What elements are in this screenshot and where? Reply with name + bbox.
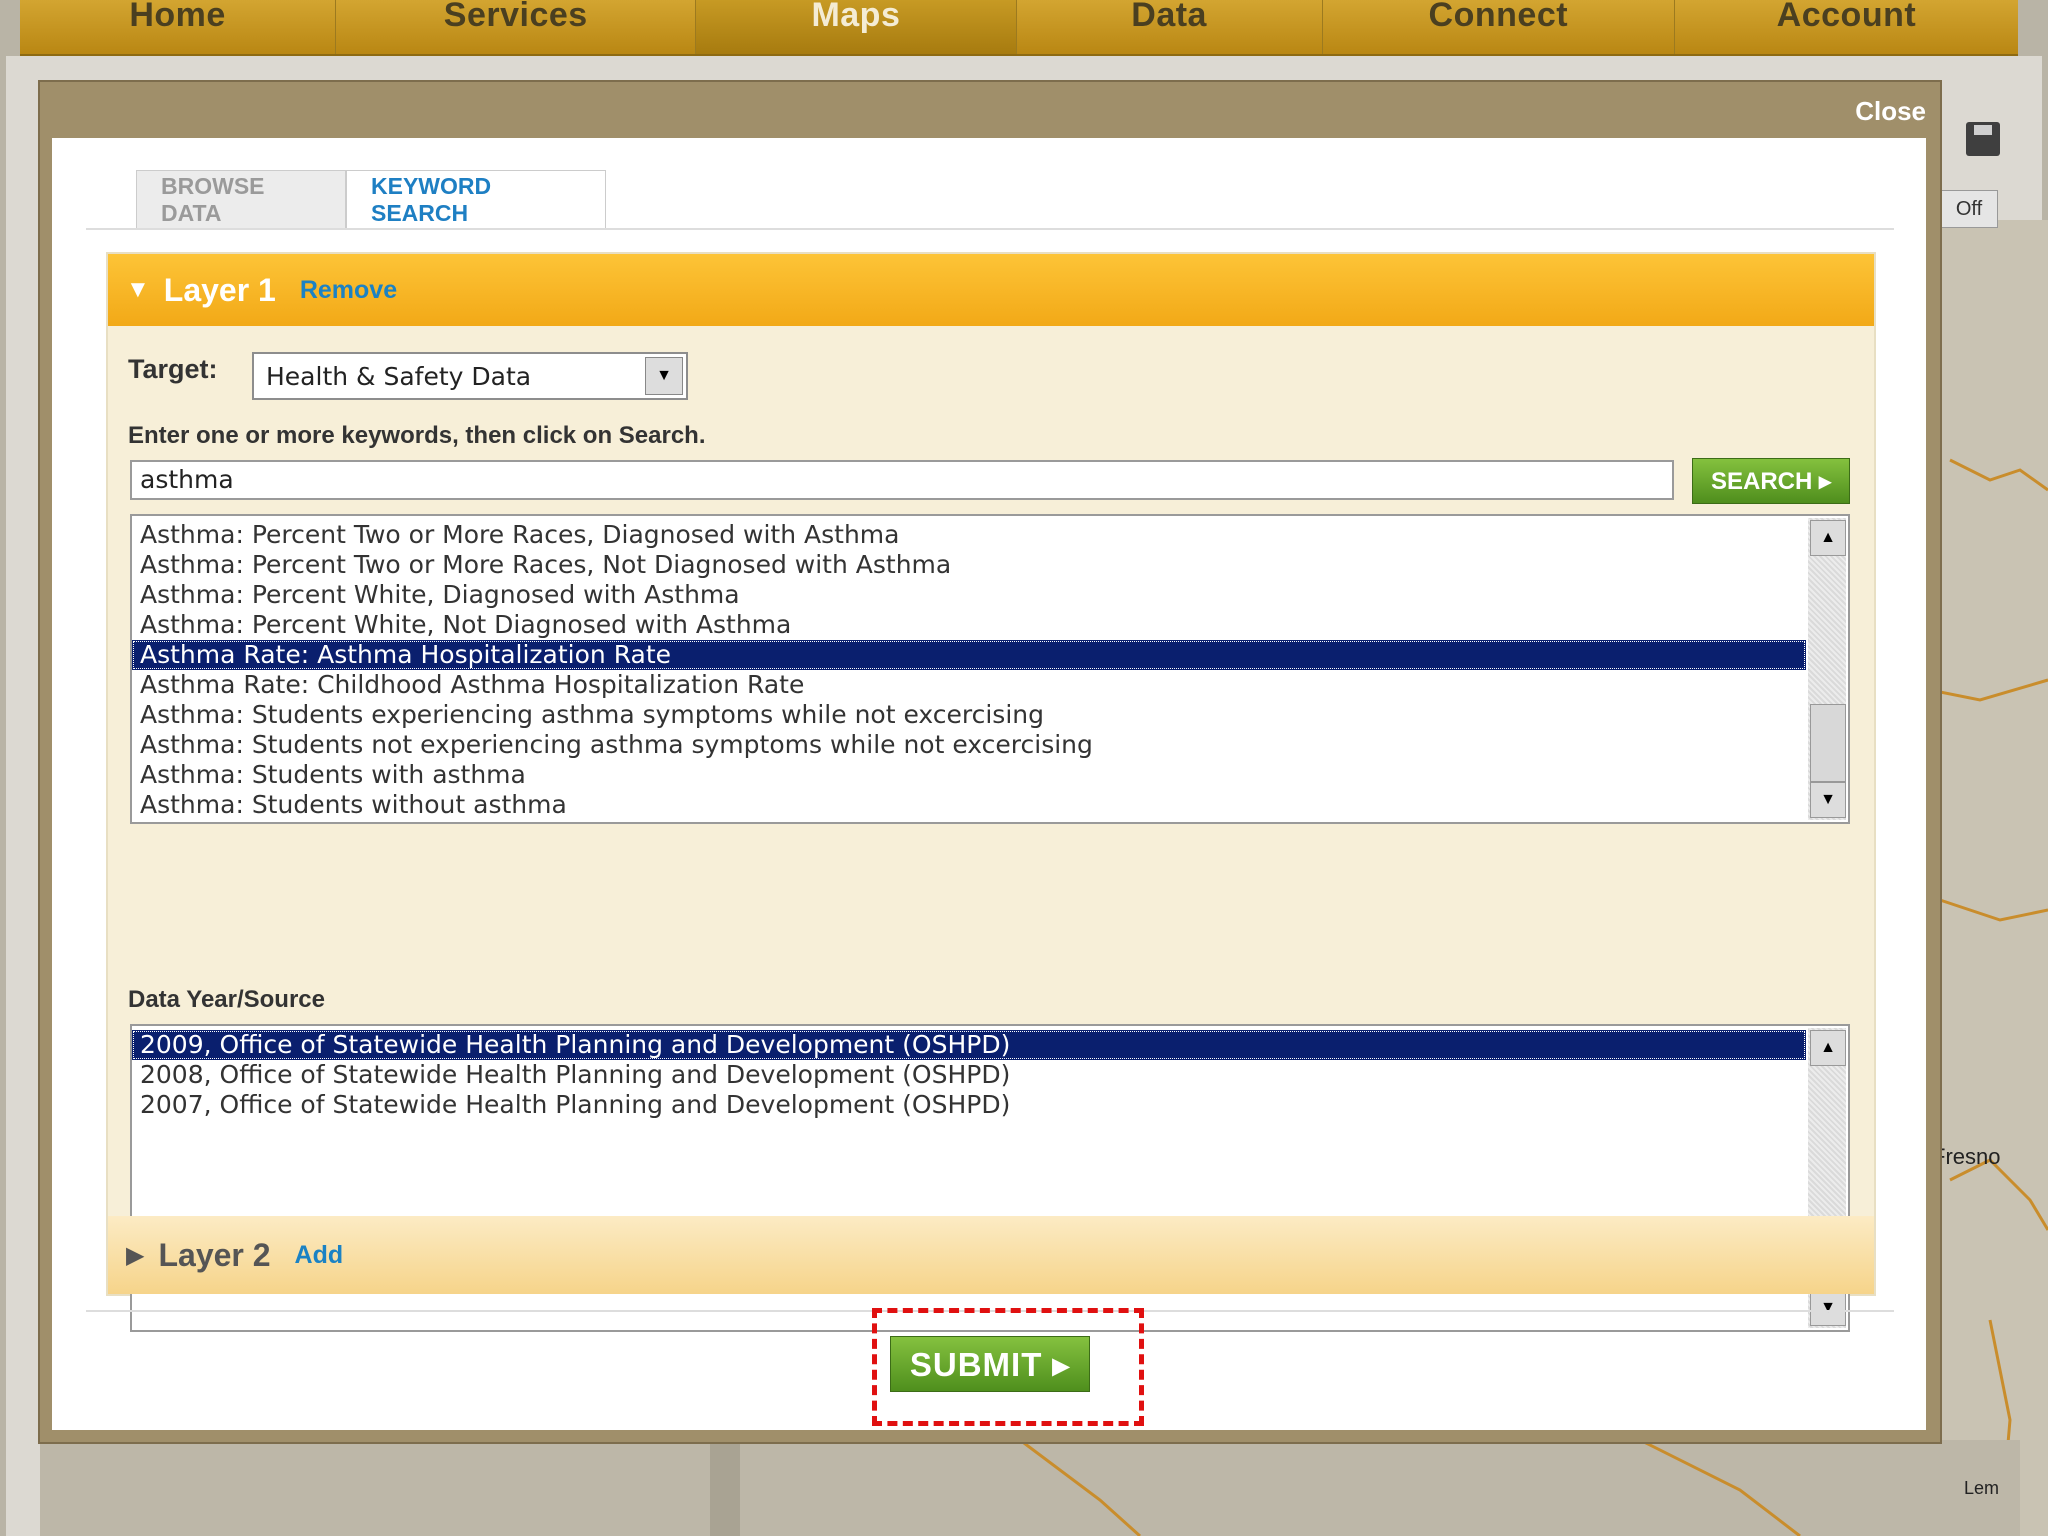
remove-layer-link[interactable]: Remove bbox=[300, 276, 397, 305]
result-option[interactable]: Asthma: Students not experiencing asthma… bbox=[132, 730, 1806, 760]
source-option[interactable]: 2008, Office of Statewide Health Plannin… bbox=[132, 1060, 1806, 1090]
modal-content: BROWSE DATA KEYWORD SEARCH ▼ Layer 1 Rem… bbox=[52, 138, 1926, 1430]
nav-home[interactable]: Home bbox=[20, 0, 337, 54]
layers-panel: ▼ Layer 1 Remove Target: Health & Safety… bbox=[106, 252, 1876, 1332]
data-year-source-label: Data Year/Source bbox=[128, 986, 326, 1013]
result-option[interactable]: Asthma: Students with asthma bbox=[132, 760, 1806, 790]
result-option[interactable]: Asthma: Percent White, Not Diagnosed wit… bbox=[132, 610, 1806, 640]
target-select[interactable]: Health & Safety Data ▼ bbox=[252, 352, 688, 400]
target-label: Target: bbox=[128, 354, 218, 384]
result-option[interactable]: Asthma: Percent Two or More Races, Diagn… bbox=[132, 520, 1806, 550]
scroll-thumb[interactable] bbox=[1810, 704, 1846, 782]
nav-maps[interactable]: Maps bbox=[696, 0, 1017, 54]
layer1-title: Layer 1 bbox=[163, 271, 276, 308]
nav-services[interactable]: Services bbox=[336, 0, 697, 54]
chevron-down-icon[interactable]: ▼ bbox=[645, 357, 683, 395]
source-option[interactable]: 2009, Office of Statewide Health Plannin… bbox=[132, 1030, 1806, 1060]
search-button[interactable]: SEARCH ▸ bbox=[1692, 458, 1850, 504]
submit-button[interactable]: SUBMIT ▸ bbox=[890, 1336, 1090, 1392]
source-option[interactable]: 2007, Office of Statewide Health Plannin… bbox=[132, 1090, 1806, 1120]
nav-connect[interactable]: Connect bbox=[1323, 0, 1675, 54]
map-label-fresno: Fresno bbox=[1932, 1144, 2001, 1169]
result-option[interactable]: Asthma: Percent White, Diagnosed with As… bbox=[132, 580, 1806, 610]
results-listbox[interactable]: Asthma: Percent Two or More Races, Diagn… bbox=[130, 514, 1850, 824]
off-toggle-button[interactable]: Off bbox=[1940, 190, 1998, 228]
search-instructions: Enter one or more keywords, then click o… bbox=[128, 422, 706, 449]
close-button[interactable]: Close bbox=[1855, 96, 1926, 127]
result-option[interactable]: Asthma Rate: Childhood Asthma Hospitaliz… bbox=[132, 670, 1806, 700]
layer1-header[interactable]: ▼ Layer 1 Remove bbox=[108, 254, 1874, 326]
keyword-search-input[interactable]: asthma bbox=[130, 460, 1674, 500]
scroll-down-icon[interactable]: ▼ bbox=[1810, 782, 1846, 818]
tab-bar: BROWSE DATA KEYWORD SEARCH bbox=[136, 170, 606, 229]
map-label-lem: Lem bbox=[1964, 1478, 2000, 1498]
results-scrollbar[interactable]: ▲ ▼ bbox=[1808, 518, 1846, 820]
result-option[interactable]: Asthma Rate: Asthma Hospitalization Rate bbox=[132, 640, 1806, 670]
source-rows: 2009, Office of Statewide Health Plannin… bbox=[132, 1026, 1848, 1120]
scroll-down-icon[interactable]: ▼ bbox=[1810, 1290, 1846, 1326]
map-area[interactable]: Fresno bbox=[1930, 220, 2048, 1536]
scroll-up-icon[interactable]: ▲ bbox=[1810, 1030, 1846, 1066]
scroll-up-icon[interactable]: ▲ bbox=[1810, 520, 1846, 556]
add-data-modal: Close BROWSE DATA KEYWORD SEARCH ▼ Layer… bbox=[38, 80, 1942, 1444]
tab-keyword-search[interactable]: KEYWORD SEARCH bbox=[346, 170, 606, 229]
tab-browse-data[interactable]: BROWSE DATA bbox=[136, 170, 346, 229]
top-navigation: Home Services Maps Data Connect Account bbox=[20, 0, 2018, 56]
tab-divider bbox=[86, 228, 1894, 230]
result-option[interactable]: Asthma: Students experiencing asthma sym… bbox=[132, 700, 1806, 730]
target-select-value: Health & Safety Data bbox=[266, 361, 532, 391]
results-rows: Asthma: Percent Two or More Races, Diagn… bbox=[132, 516, 1848, 820]
collapse-triangle-icon[interactable]: ▼ bbox=[126, 276, 150, 304]
layer2-header[interactable]: ▶ Layer 2 Add bbox=[108, 1216, 1874, 1294]
map-roads bbox=[1930, 458, 2048, 1536]
add-layer-link[interactable]: Add bbox=[295, 1241, 344, 1270]
nav-account[interactable]: Account bbox=[1675, 0, 2018, 54]
result-option[interactable]: Asthma: Percent Two or More Races, Not D… bbox=[132, 550, 1806, 580]
map-bottom-strip[interactable]: Lem bbox=[40, 1440, 2020, 1536]
result-option[interactable]: Asthma: Students without asthma bbox=[132, 790, 1806, 820]
expand-triangle-icon[interactable]: ▶ bbox=[126, 1241, 144, 1270]
map-bottom-roads bbox=[710, 1440, 1801, 1536]
nav-data[interactable]: Data bbox=[1017, 0, 1323, 54]
layer2-title: Layer 2 bbox=[158, 1236, 271, 1273]
save-icon[interactable] bbox=[1966, 122, 2000, 156]
